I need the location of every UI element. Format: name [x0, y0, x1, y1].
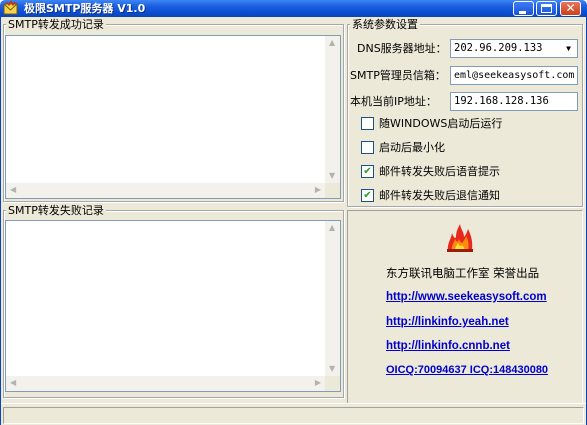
- cnnb-net-link[interactable]: http://linkinfo.cnnb.net: [386, 340, 510, 352]
- scroll-up-icon[interactable]: ▲: [329, 224, 335, 232]
- dns-label: DNS服务器地址：: [357, 42, 447, 55]
- status-pane: [3, 407, 584, 424]
- minimize-button[interactable]: [513, 1, 534, 16]
- yeah-net-link[interactable]: http://linkinfo.yeah.net: [386, 316, 509, 328]
- local-ip-value: 192.168.128.136: [454, 95, 549, 107]
- scroll-down-icon[interactable]: ▼: [329, 365, 335, 373]
- success-log-vscroll[interactable]: ▲ ▼: [325, 36, 340, 183]
- scroll-corner: [325, 183, 340, 198]
- about-panel: 东方联讯电脑工作室 荣誉出品 http://www.seekeasysoft.c…: [347, 210, 583, 417]
- voice-alert-option[interactable]: ✔ 邮件转发失败后语音提示: [361, 164, 561, 180]
- settings-title: 系统参数设置: [350, 18, 420, 31]
- app-icon: [3, 1, 18, 15]
- success-log-list[interactable]: ▲ ▼ ◀ ▶: [5, 35, 341, 199]
- maximize-icon: [541, 4, 552, 13]
- website-link[interactable]: http://www.seekeasysoft.com: [386, 291, 547, 303]
- dns-value: 202.96.209.133: [454, 42, 543, 54]
- minimize-checkbox[interactable]: [361, 141, 374, 154]
- local-ip-field[interactable]: 192.168.128.136: [450, 92, 578, 111]
- minimize-icon: [519, 11, 526, 14]
- bounce-notice-checkbox[interactable]: ✔: [361, 189, 374, 202]
- window-client: SMTP转发成功记录 ▲ ▼ ◀ ▶ SMTP转发失败记录 ▲ ▼ ◀ ▶ 系统…: [0, 17, 587, 425]
- success-log-title: SMTP转发成功记录: [6, 18, 106, 31]
- close-icon: ✕: [565, 1, 576, 15]
- status-bar: [1, 403, 586, 425]
- failure-log-hscroll[interactable]: ◀ ▶: [6, 376, 325, 391]
- autostart-checkbox[interactable]: [361, 117, 374, 130]
- scroll-right-icon[interactable]: ▶: [315, 186, 321, 194]
- scroll-right-icon[interactable]: ▶: [315, 379, 321, 387]
- autostart-option[interactable]: 随WINDOWS启动后运行: [361, 116, 561, 132]
- maximize-button[interactable]: [536, 1, 557, 16]
- fire-logo: [447, 224, 473, 252]
- bounce-notice-option[interactable]: ✔ 邮件转发失败后退信通知: [361, 188, 561, 204]
- voice-alert-label: 邮件转发失败后语音提示: [379, 165, 500, 178]
- bounce-notice-label: 邮件转发失败后退信通知: [379, 189, 500, 202]
- success-log-hscroll[interactable]: ◀ ▶: [6, 183, 325, 198]
- studio-credit: 东方联讯电脑工作室 荣誉出品: [386, 266, 540, 280]
- dns-combo[interactable]: 202.96.209.133 ▼: [450, 39, 578, 58]
- oicq-icq-link[interactable]: OICQ:70094637 ICQ:148430080: [386, 364, 548, 376]
- admin-email-field[interactable]: eml@seekeasysoft.com: [450, 66, 578, 85]
- close-button[interactable]: ✕: [560, 1, 581, 16]
- autostart-label: 随WINDOWS启动后运行: [379, 117, 503, 130]
- scroll-down-icon[interactable]: ▼: [329, 172, 335, 180]
- window-title: 极限SMTP服务器 V1.0: [24, 2, 146, 15]
- admin-email-value: eml@seekeasysoft.com: [454, 70, 575, 81]
- scroll-left-icon[interactable]: ◀: [10, 186, 16, 194]
- scroll-up-icon[interactable]: ▲: [329, 39, 335, 47]
- failure-log-list[interactable]: ▲ ▼ ◀ ▶: [5, 220, 341, 392]
- minimize-label: 启动后最小化: [379, 141, 445, 154]
- title-bar[interactable]: 极限SMTP服务器 V1.0 ✕: [0, 0, 587, 17]
- scroll-corner: [325, 376, 340, 391]
- failure-log-vscroll[interactable]: ▲ ▼: [325, 221, 340, 376]
- failure-log-title: SMTP转发失败记录: [6, 204, 106, 217]
- admin-email-label: SMTP管理员信箱：: [350, 69, 446, 82]
- chevron-down-icon[interactable]: ▼: [561, 41, 576, 56]
- minimize-option[interactable]: 启动后最小化: [361, 140, 561, 156]
- scroll-left-icon[interactable]: ◀: [10, 379, 16, 387]
- local-ip-label: 本机当前IP地址：: [350, 95, 437, 108]
- voice-alert-checkbox[interactable]: ✔: [361, 165, 374, 178]
